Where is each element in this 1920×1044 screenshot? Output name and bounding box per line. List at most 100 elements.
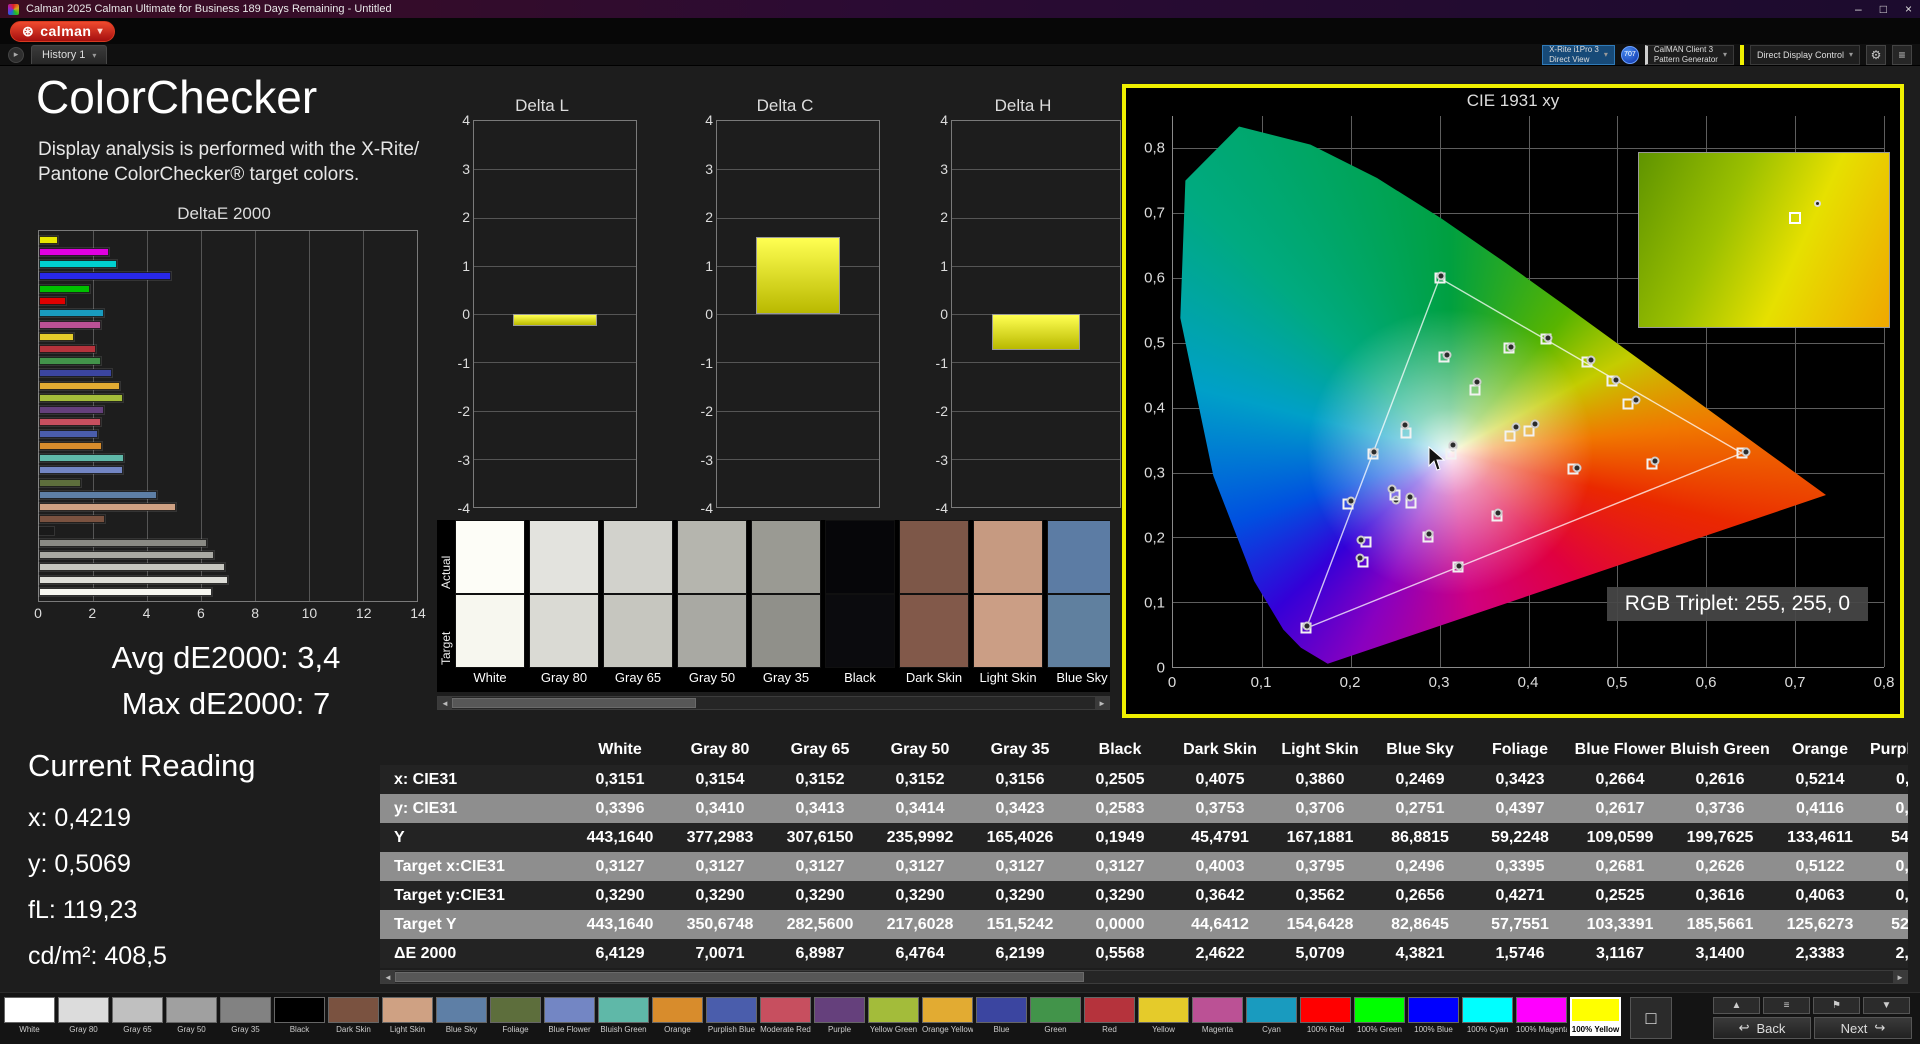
table-row-y-cie31: y: CIE31 0,3396 0,3410 0,3413 0,3414 0,3423 0,… [380, 794, 1908, 823]
results-table: White Gray 80 Gray 65 Gray 50 Gray 35 Black Da… [380, 734, 1908, 968]
patch-red[interactable]: Red [1084, 997, 1135, 1036]
patch-swatch [382, 997, 433, 1023]
patch-100-red[interactable]: 100% Red [1300, 997, 1351, 1036]
deltae-bar-100-blue [39, 272, 172, 281]
patch-light-skin[interactable]: Light Skin [382, 997, 433, 1036]
nav-group: ▲ ≡ ⚑ ▼ ↩ Back Next ↪ [1713, 997, 1912, 1039]
table-cell: 0,5568 [1095, 945, 1145, 962]
table-cell: 0,2751 [1395, 800, 1445, 817]
scroll-left-icon[interactable]: ◄ [438, 697, 452, 709]
table-colhead-bluish-green: Bluish Green [1670, 741, 1770, 758]
patch-bluish-green[interactable]: Bluish Green [598, 997, 649, 1036]
patch-white[interactable]: White [4, 997, 55, 1036]
table-cell: 151,5242 [986, 916, 1054, 933]
scroll-left-icon[interactable]: ◄ [381, 971, 395, 983]
patch-yellow-green[interactable]: Yellow Green [868, 997, 919, 1036]
minimize-button[interactable]: – [1855, 2, 1862, 16]
table-cell: 0,2681 [1595, 858, 1645, 875]
swatch-light-skin: Light Skin [973, 520, 1043, 692]
patch-100-cyan[interactable]: 100% Cyan [1462, 997, 1513, 1036]
scroll-right-icon[interactable]: ► [1095, 697, 1109, 709]
nav-down-button[interactable]: ▼ [1863, 997, 1910, 1014]
tab-scroll-button[interactable]: ▸ [8, 46, 24, 63]
patch-label: 100% Green [1357, 1025, 1402, 1034]
patch-magenta[interactable]: Magenta [1192, 997, 1243, 1036]
patch-yellow[interactable]: Yellow [1138, 997, 1189, 1036]
patch-cyan[interactable]: Cyan [1246, 997, 1297, 1036]
maximize-button[interactable]: □ [1880, 2, 1887, 16]
patch-blue-sky[interactable]: Blue Sky [436, 997, 487, 1036]
patch-label: Gray 80 [69, 1025, 98, 1034]
table-scrollbar[interactable]: ◄ ► [380, 970, 1908, 984]
meter-status-badge[interactable]: 707 [1620, 45, 1639, 64]
cie-measured-bluish-green [1400, 420, 1410, 430]
table-colhead-light-skin: Light Skin [1281, 741, 1359, 758]
table-cell: 165,4026 [986, 829, 1054, 846]
cie-target-light-skin [1504, 430, 1516, 442]
table-cell: 0,3156 [995, 771, 1045, 788]
display-control-selector[interactable]: Direct Display Control ▾ [1749, 44, 1860, 65]
close-button[interactable]: × [1905, 2, 1912, 16]
patch-foliage[interactable]: Foliage [490, 997, 541, 1036]
delta-c-title: Delta C [756, 96, 814, 115]
table-cell: 0,3753 [1195, 800, 1245, 817]
patch-purplish-blue[interactable]: Purplish Blue [706, 997, 757, 1036]
patch-label: Orange [664, 1025, 691, 1034]
patch-swatch [436, 997, 487, 1023]
patch-blue[interactable]: Blue [976, 997, 1027, 1036]
patch-gray-80[interactable]: Gray 80 [58, 997, 109, 1036]
table-row-label: Target x:CIE31 [394, 858, 505, 875]
patch-swatch [166, 997, 217, 1023]
next-button[interactable]: Next ↪ [1814, 1017, 1912, 1039]
table-scroll-track[interactable] [395, 971, 1893, 983]
patch-purple[interactable]: Purple [814, 997, 865, 1036]
swatch-scroll-thumb[interactable] [452, 698, 697, 708]
pattern-window-button[interactable]: □ [1630, 997, 1672, 1039]
patch-blue-flower[interactable]: Blue Flower [544, 997, 595, 1036]
patch-gray-50[interactable]: Gray 50 [166, 997, 217, 1036]
nav-flag-button[interactable]: ⚑ [1813, 997, 1860, 1014]
table-colhead-gray-50: Gray 50 [890, 741, 950, 758]
table-cell: 103,3391 [1586, 916, 1654, 933]
nav-list-button[interactable]: ≡ [1763, 997, 1810, 1014]
table-cell: 0,3616 [1695, 887, 1745, 904]
patch-100-green[interactable]: 100% Green [1354, 997, 1405, 1036]
meter-selector[interactable]: X-Rite i1Pro 3 Direct View ▾ [1542, 44, 1615, 65]
patch-100-magenta[interactable]: 100% Magenta [1516, 997, 1567, 1036]
patch-gray-35[interactable]: Gray 35 [220, 997, 271, 1036]
swatch-scroll-track[interactable] [452, 697, 1095, 709]
swatch-actual-gray-35 [751, 520, 821, 594]
scroll-right-icon[interactable]: ► [1893, 971, 1907, 983]
reading-x: x: 0,4219 [28, 804, 131, 832]
chevron-down-icon: ▾ [1603, 50, 1608, 59]
nav-up-button[interactable]: ▲ [1713, 997, 1760, 1014]
table-cell: 0,2664 [1595, 771, 1645, 788]
table-scroll-thumb[interactable] [395, 972, 1085, 982]
patch-orange[interactable]: Orange [652, 997, 703, 1036]
patch-orange-yellow[interactable]: Orange Yellow [922, 997, 973, 1036]
patch-moderate-red[interactable]: Moderate Red [760, 997, 811, 1036]
swatch-blue-sky: Blue Sky [1047, 520, 1110, 692]
patch-label: Yellow Green [869, 1025, 918, 1034]
patch-label: Yellow [1152, 1025, 1175, 1034]
table-cell: 3,1167 [1595, 945, 1645, 962]
table-cell: 0,4116 [1795, 800, 1845, 817]
patch-label: Foliage [502, 1025, 529, 1034]
calman-logo-text: calman [40, 23, 92, 39]
swatch-label: Black [844, 670, 876, 685]
options-menu-button[interactable]: ≡ [1892, 44, 1912, 65]
calman-logo-menu[interactable]: ⊛ calman ▾ [10, 20, 116, 42]
tab-history-1[interactable]: History 1 ▾ [31, 45, 108, 64]
swatch-scrollbar[interactable]: ◄ ► [437, 696, 1110, 710]
patch-dark-skin[interactable]: Dark Skin [328, 997, 379, 1036]
patch-green[interactable]: Green [1030, 997, 1081, 1036]
patch-black[interactable]: Black [274, 997, 325, 1036]
patch-100-blue[interactable]: 100% Blue [1408, 997, 1459, 1036]
cie-measured-100-magenta [1454, 561, 1464, 571]
patch-100-yellow[interactable]: 100% Yellow [1570, 997, 1621, 1036]
settings-gear-button[interactable]: ⚙ [1866, 44, 1886, 65]
back-button[interactable]: ↩ Back [1713, 1017, 1811, 1039]
pattern-generator-selector[interactable]: CalMAN Client 3 Pattern Generator ▾ [1644, 44, 1734, 65]
patch-gray-65[interactable]: Gray 65 [112, 997, 163, 1036]
table-cell: 167,1881 [1286, 829, 1354, 846]
